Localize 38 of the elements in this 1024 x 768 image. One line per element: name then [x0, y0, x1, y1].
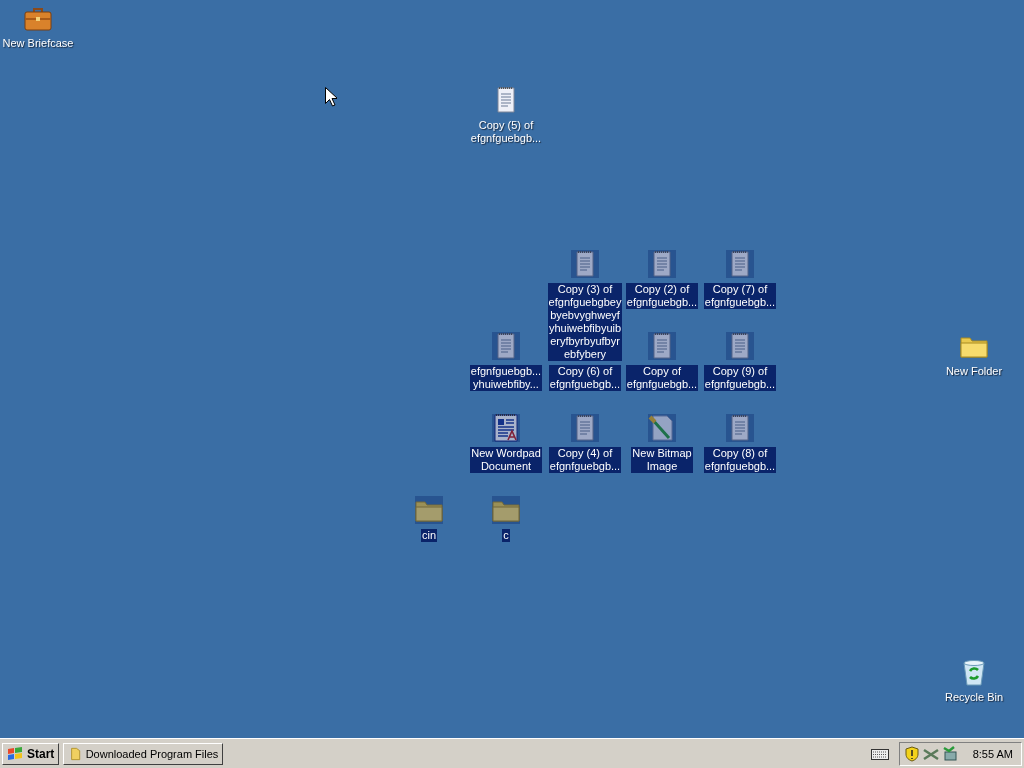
- icon-label[interactable]: Copy (8) of efgnfguebgb...: [703, 447, 777, 473]
- icon-label[interactable]: Copy (5) of efgnfguebgb...: [469, 119, 543, 145]
- notepad-icon[interactable]: [569, 412, 601, 444]
- icon-label[interactable]: Copy (7) of efgnfguebgb...: [703, 283, 777, 309]
- clock[interactable]: 8:55 AM: [972, 747, 1013, 760]
- icon-label[interactable]: Copy (9) of efgnfguebgb...: [703, 365, 777, 391]
- icon-label[interactable]: New Wordpad Document: [470, 447, 542, 473]
- icon-label[interactable]: Recycle Bin: [943, 691, 1005, 704]
- notepad-icon[interactable]: [490, 330, 522, 362]
- keyboard-icon[interactable]: [870, 747, 889, 760]
- folder-icon: [70, 745, 82, 762]
- icon-label[interactable]: c: [502, 529, 510, 542]
- notepad-icon[interactable]: [646, 330, 678, 362]
- folder-icon[interactable]: [490, 494, 522, 526]
- windows-logo-icon: [7, 746, 23, 761]
- taskbar-button[interactable]: Downloaded Program Files: [63, 742, 224, 765]
- document-icon[interactable]: [490, 412, 522, 444]
- icon-label[interactable]: efgnfguebgb... yhuiwebfiby...: [469, 365, 543, 391]
- notepad-icon[interactable]: [724, 330, 756, 362]
- icon-label[interactable]: Copy (4) of efgnfguebgb...: [548, 447, 622, 473]
- icon-label[interactable]: New Bitmap Image: [631, 447, 693, 473]
- pointer-icon: [325, 87, 337, 107]
- shield-icon[interactable]: [903, 745, 920, 762]
- icon-label[interactable]: New Briefcase: [1, 37, 75, 50]
- icon-label[interactable]: Copy of efgnfguebgb...: [625, 365, 699, 391]
- paintbrush-icon[interactable]: [646, 412, 678, 444]
- notepad-icon[interactable]: [569, 248, 601, 280]
- notepad-icon[interactable]: [724, 248, 756, 280]
- notepad-icon[interactable]: [646, 248, 678, 280]
- icon-label[interactable]: Copy (2) of efgnfguebgb...: [625, 283, 699, 309]
- computer-icon[interactable]: [941, 745, 958, 762]
- icon-label[interactable]: cin: [420, 529, 438, 542]
- notepad-icon[interactable]: [724, 412, 756, 444]
- icon-label[interactable]: Copy (6) of efgnfguebgb...: [548, 365, 622, 391]
- icon-label[interactable]: New Folder: [944, 365, 1004, 378]
- folder-icon[interactable]: [413, 494, 445, 526]
- icon-label[interactable]: Copy (3) of efgnfguebgbey byebvyghweyf yhuiwebfibyuib eryfbyrbyufbyr ebfybery: [547, 283, 623, 361]
- start-button[interactable]: Start: [2, 742, 60, 765]
